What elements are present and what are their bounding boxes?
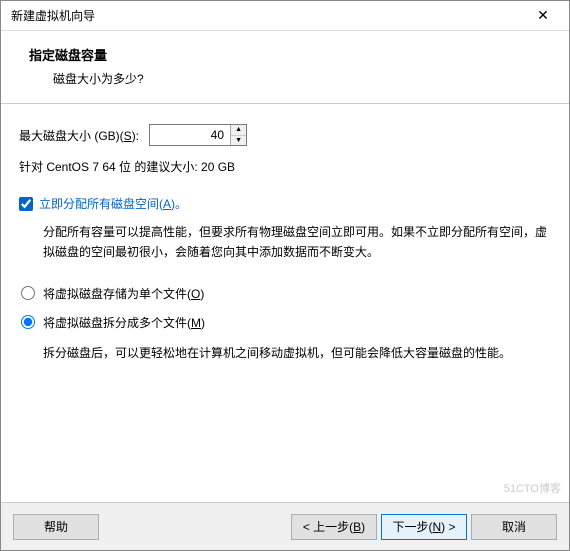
chevron-up-icon: ▲ xyxy=(235,126,242,133)
allocate-now-checkbox-row[interactable]: 立即分配所有磁盘空间(A)。 xyxy=(19,195,551,212)
split-files-description: 拆分磁盘后，可以更轻松地在计算机之间移动虚拟机，但可能会降低大容量磁盘的性能。 xyxy=(43,343,551,363)
wizard-footer: 帮助 < 上一步(B) 下一步(N) > 取消 xyxy=(1,502,569,550)
help-button[interactable]: 帮助 xyxy=(13,514,99,540)
back-button[interactable]: < 上一步(B) xyxy=(291,514,377,540)
close-icon: ✕ xyxy=(537,7,549,24)
store-single-file-radio-row[interactable]: 将虚拟磁盘存储为单个文件(O) xyxy=(19,285,551,302)
wizard-header: 指定磁盘容量 磁盘大小为多少? xyxy=(1,31,569,104)
wizard-content: 最大磁盘大小 (GB)(S): ▲ ▼ 针对 CentOS 7 64 位 的建议… xyxy=(1,104,569,502)
disk-size-row: 最大磁盘大小 (GB)(S): ▲ ▼ xyxy=(19,124,551,146)
window-title: 新建虚拟机向导 xyxy=(11,7,95,24)
split-files-radio[interactable] xyxy=(21,315,35,329)
store-single-file-radio[interactable] xyxy=(21,286,35,300)
disk-size-input[interactable] xyxy=(150,125,230,145)
allocate-now-checkbox[interactable] xyxy=(19,197,33,211)
next-button[interactable]: 下一步(N) > xyxy=(381,514,467,540)
split-files-label: 将虚拟磁盘拆分成多个文件(M) xyxy=(43,314,205,331)
allocate-now-description: 分配所有容量可以提高性能，但要求所有物理磁盘空间立即可用。如果不立即分配所有空间… xyxy=(43,222,551,263)
page-title: 指定磁盘容量 xyxy=(29,45,549,64)
spinner-buttons: ▲ ▼ xyxy=(230,125,246,145)
allocate-now-label: 立即分配所有磁盘空间(A)。 xyxy=(39,195,187,212)
wizard-window: 新建虚拟机向导 ✕ 指定磁盘容量 磁盘大小为多少? 最大磁盘大小 (GB)(S)… xyxy=(0,0,570,551)
disk-size-label: 最大磁盘大小 (GB)(S): xyxy=(19,127,139,144)
spinner-down-button[interactable]: ▼ xyxy=(231,136,246,146)
chevron-down-icon: ▼ xyxy=(235,137,242,144)
page-subtitle: 磁盘大小为多少? xyxy=(29,70,549,87)
store-single-file-label: 将虚拟磁盘存储为单个文件(O) xyxy=(43,285,204,302)
close-button[interactable]: ✕ xyxy=(523,2,563,30)
disk-size-spinner[interactable]: ▲ ▼ xyxy=(149,124,247,146)
cancel-button[interactable]: 取消 xyxy=(471,514,557,540)
split-files-radio-row[interactable]: 将虚拟磁盘拆分成多个文件(M) xyxy=(19,314,551,331)
title-bar: 新建虚拟机向导 ✕ xyxy=(1,1,569,31)
recommended-size-label: 针对 CentOS 7 64 位 的建议大小: 20 GB xyxy=(19,158,551,175)
spinner-up-button[interactable]: ▲ xyxy=(231,125,246,136)
